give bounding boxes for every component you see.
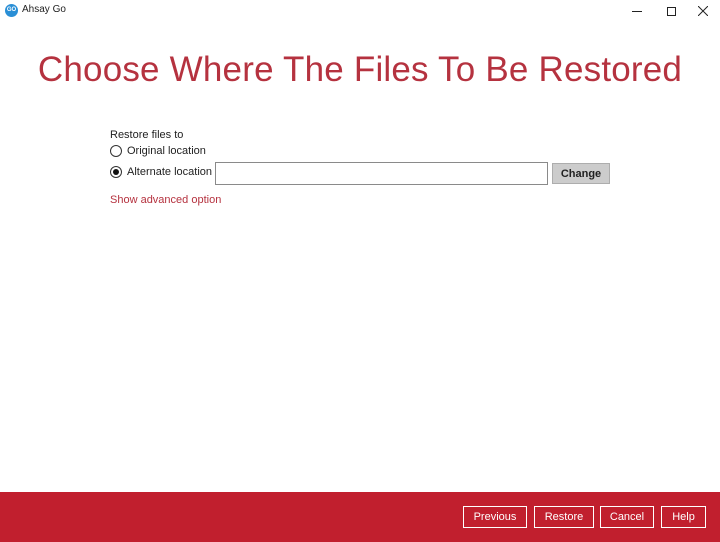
minimize-icon (632, 10, 642, 12)
maximize-icon (666, 6, 676, 16)
cancel-button[interactable]: Cancel (600, 506, 654, 528)
show-advanced-option-link[interactable]: Show advanced option (110, 194, 221, 206)
close-button[interactable] (686, 0, 720, 22)
alternate-location-radio[interactable] (110, 166, 122, 178)
title-bar: GO Ahsay Go (0, 0, 720, 22)
restore-button[interactable]: Restore (534, 506, 594, 528)
alternate-location-input[interactable] (215, 162, 548, 185)
previous-button[interactable]: Previous (463, 506, 527, 528)
window-title: Ahsay Go (22, 4, 66, 15)
original-location-radio[interactable] (110, 145, 122, 157)
original-location-label: Original location (127, 145, 206, 157)
minimize-button[interactable] (620, 0, 654, 22)
app-logo-icon: GO (5, 4, 18, 17)
original-location-option[interactable]: Original location (110, 145, 206, 157)
alternate-location-option[interactable]: Alternate location (110, 166, 212, 178)
alternate-location-label: Alternate location (127, 166, 212, 178)
change-button[interactable]: Change (552, 163, 610, 184)
close-icon (698, 6, 708, 16)
restore-files-to-label: Restore files to (110, 129, 184, 141)
help-button[interactable]: Help (661, 506, 706, 528)
page-title: Choose Where The Files To Be Restored (37, 50, 683, 89)
maximize-button[interactable] (654, 0, 688, 22)
